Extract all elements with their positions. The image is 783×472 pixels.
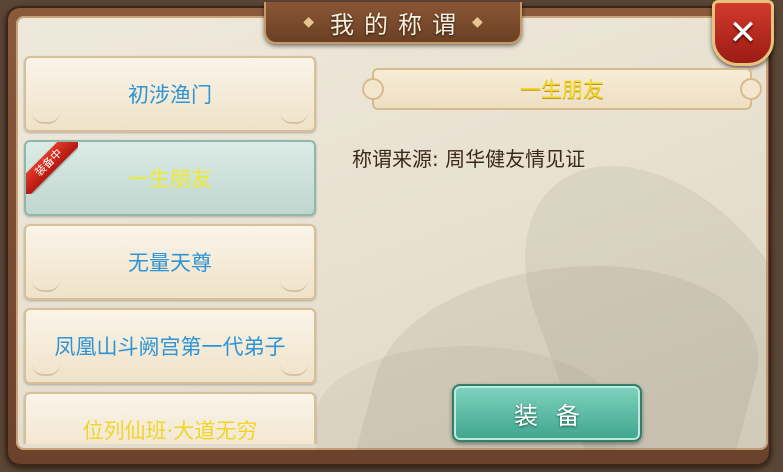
equip-button-label: 装备	[514, 401, 598, 430]
swirl-ornament-icon	[32, 364, 60, 376]
title-item-label: 凤凰山斗阙宫第一代弟子	[54, 335, 286, 359]
swirl-ornament-icon	[32, 280, 60, 292]
ornament-dot-icon: ◆	[303, 14, 314, 30]
close-x-icon: ✕	[728, 13, 758, 53]
title-item[interactable]: 无量天尊	[24, 224, 316, 300]
title-item[interactable]: 凤凰山斗阙宫第一代弟子	[24, 308, 316, 384]
title-item-selected[interactable]: 装备中 一生朋友	[24, 140, 316, 216]
detail-title-bar: 一生朋友	[362, 68, 762, 110]
title-item-label: 一生朋友	[128, 167, 212, 191]
title-item-label: 无量天尊	[128, 251, 212, 275]
title-list[interactable]: 初涉渔门 装备中 一生朋友 无量天尊 凤凰山斗阙宫第一代弟子 位列仙班·大道无穷	[22, 52, 318, 444]
source-value: 周华健友情见证	[445, 147, 586, 171]
scroll-cap-icon	[362, 78, 384, 100]
window-title: 我的称谓	[330, 10, 466, 39]
scroll-cap-icon	[740, 78, 762, 100]
swirl-ornament-icon	[280, 280, 308, 292]
source-label: 称谓来源:	[352, 147, 439, 171]
close-button[interactable]: ✕	[712, 0, 774, 66]
swirl-ornament-icon	[280, 364, 308, 376]
swirl-ornament-icon	[32, 112, 60, 124]
title-item[interactable]: 初涉渔门	[24, 56, 316, 132]
equip-button[interactable]: 装备	[452, 384, 642, 442]
ornament-dot-icon: ◆	[472, 14, 483, 30]
title-item-label: 位列仙班·大道无穷	[82, 419, 258, 443]
title-source: 称谓来源: 周华健友情见证	[352, 143, 585, 172]
title-plate: ◆ 我的称谓 ◆	[264, 2, 522, 44]
detail-title-name: 一生朋友	[520, 78, 604, 102]
title-item[interactable]: 位列仙班·大道无穷	[24, 392, 316, 444]
swirl-ornament-icon	[280, 112, 308, 124]
title-item-label: 初涉渔门	[128, 83, 212, 107]
equipped-badge: 装备中	[26, 142, 78, 194]
equipped-ribbon: 装备中	[26, 142, 78, 194]
